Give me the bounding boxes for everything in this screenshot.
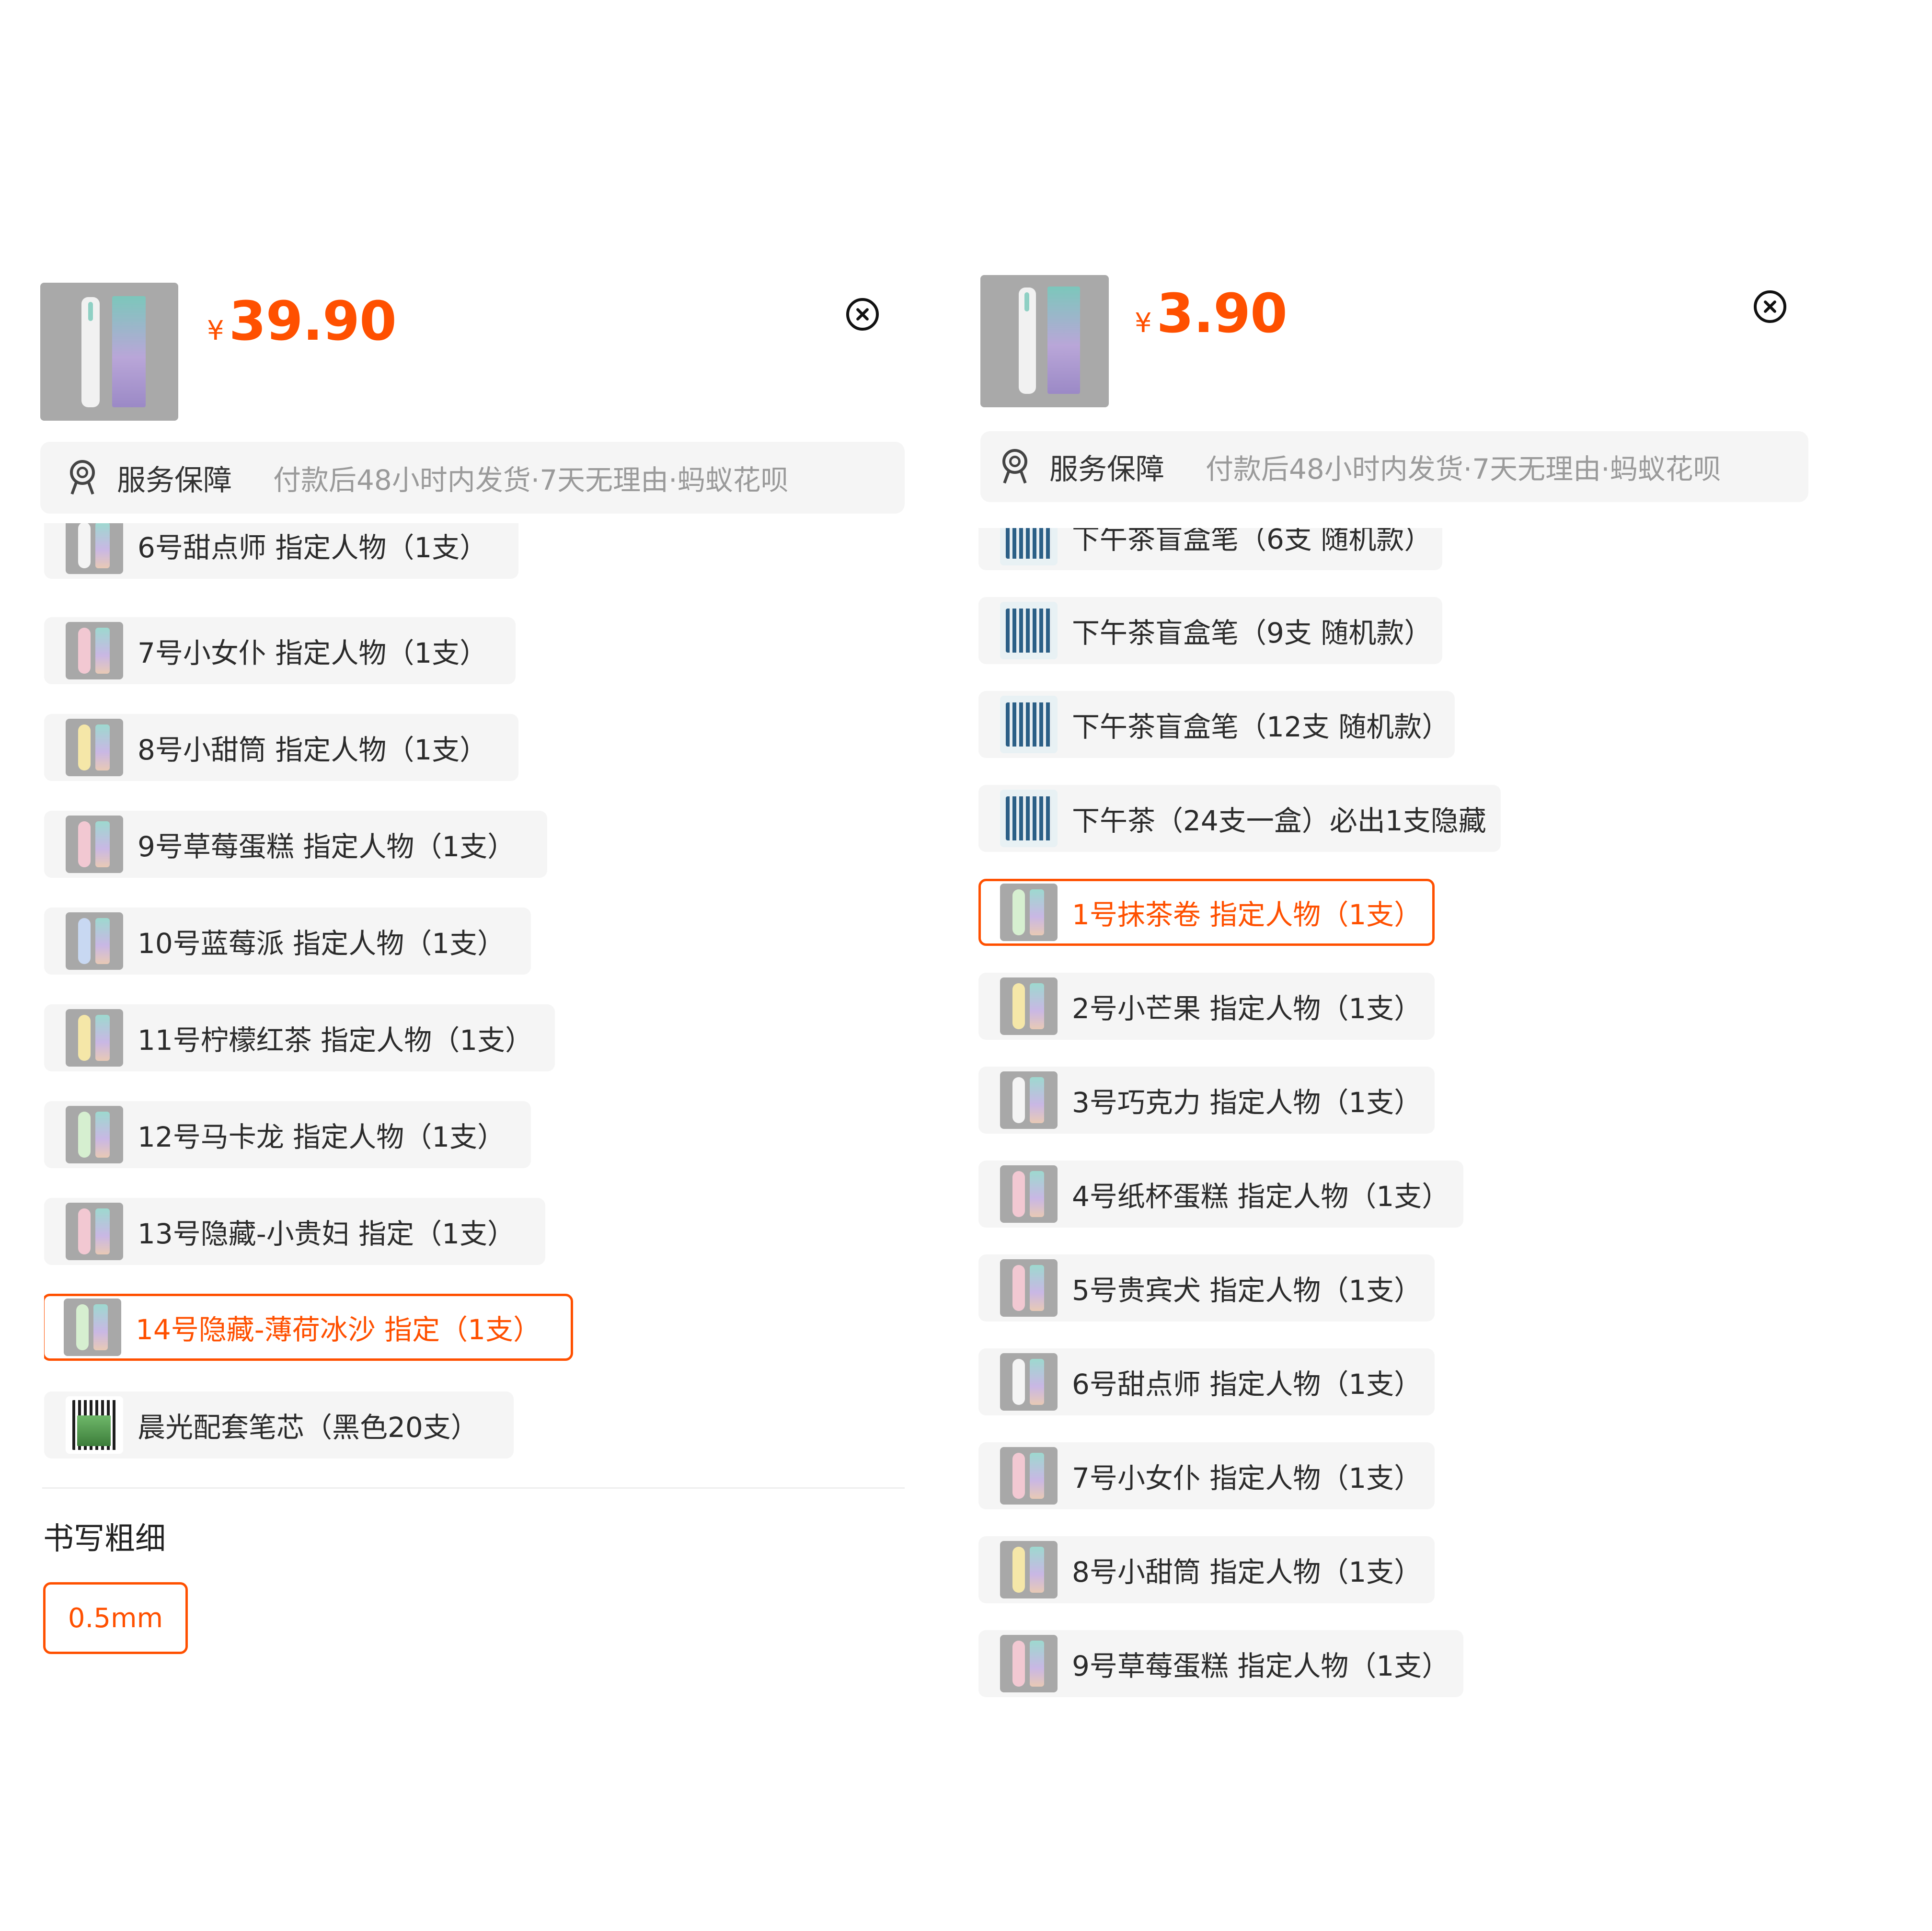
sku-selector-panel-right: ¥ 3.90 服务保障 付款后48小时内发货·7天无理由·蚂蚁花呗 下午茶盲盒笔… xyxy=(949,0,1932,1931)
currency-symbol: ¥ xyxy=(1135,308,1152,339)
sku-option-label: 9号草莓蛋糕 指定人物（1支） xyxy=(138,830,516,863)
product-thumbnail-icon xyxy=(66,1009,123,1067)
sku-option[interactable]: 11号柠檬红茶 指定人物（1支） xyxy=(44,1004,555,1071)
service-detail: 付款后48小时内发货·7天无理由·蚂蚁花呗 xyxy=(273,464,789,496)
product-thumbnail-icon xyxy=(1000,602,1058,659)
product-thumbnail-icon xyxy=(1000,1353,1058,1411)
sku-option[interactable]: 13号隐藏-小贵妇 指定（1支） xyxy=(44,1198,545,1265)
product-thumbnail-icon xyxy=(66,523,123,574)
product-thumbnail-icon xyxy=(1000,1165,1058,1223)
product-thumbnail-icon xyxy=(1000,528,1058,565)
product-thumbnail-icon xyxy=(66,622,123,679)
service-detail: 付款后48小时内发货·7天无理由·蚂蚁花呗 xyxy=(1206,453,1721,485)
service-guarantee-bar[interactable]: 服务保障 付款后48小时内发货·7天无理由·蚂蚁花呗 xyxy=(40,442,905,514)
product-thumbnail-icon xyxy=(66,912,123,970)
price-amount: 39.90 xyxy=(229,290,397,353)
close-icon[interactable] xyxy=(1754,290,1786,323)
sku-option-label: 下午茶盲盒笔（6支 随机款） xyxy=(1072,528,1432,555)
sku-option-label: 14号隐藏-薄荷冰沙 指定（1支） xyxy=(136,1313,541,1346)
product-thumbnail-icon xyxy=(66,816,123,873)
sku-option[interactable]: 下午茶盲盒笔（9支 随机款） xyxy=(978,597,1442,664)
sku-option-label: 下午茶（24支一盒）必出1支隐藏 xyxy=(1072,805,1486,837)
sku-option-label: 4号纸杯蛋糕 指定人物（1支） xyxy=(1072,1180,1450,1213)
sku-option[interactable]: 6号甜点师 指定人物（1支） xyxy=(44,523,518,579)
sku-option-selected[interactable]: 1号抹茶卷 指定人物（1支） xyxy=(978,879,1435,946)
product-thumbnail-icon xyxy=(66,719,123,776)
product-thumbnail[interactable] xyxy=(980,275,1109,407)
product-thumbnail[interactable] xyxy=(40,283,178,421)
sku-selector-panel-left: ¥ 39.90 服务保障 付款后48小时内发货·7天无理由·蚂蚁花呗 6号甜点师… xyxy=(0,0,949,1931)
sku-option[interactable]: 6号甜点师 指定人物（1支） xyxy=(978,1348,1435,1415)
sku-option-label: 12号马卡龙 指定人物（1支） xyxy=(138,1121,506,1153)
product-thumbnail-icon xyxy=(66,1203,123,1260)
spec-section-title: 书写粗细 xyxy=(43,1521,166,1557)
sku-option[interactable]: 9号草莓蛋糕 指定人物（1支） xyxy=(44,811,547,878)
product-thumbnail-icon xyxy=(1000,1541,1058,1598)
sku-option-list[interactable]: 6号甜点师 指定人物（1支） 7号小女仆 指定人物（1支） 8号小甜筒 指定人物… xyxy=(44,523,907,1467)
sku-option-label: 1号抹茶卷 指定人物（1支） xyxy=(1072,898,1422,931)
sku-option[interactable]: 3号巧克力 指定人物（1支） xyxy=(978,1067,1435,1134)
product-thumbnail-icon xyxy=(1000,1447,1058,1505)
product-thumbnail-icon xyxy=(66,1396,123,1454)
sku-option[interactable]: 4号纸杯蛋糕 指定人物（1支） xyxy=(978,1161,1463,1228)
sku-option-label: 2号小芒果 指定人物（1支） xyxy=(1072,992,1422,1025)
medal-icon xyxy=(1000,449,1030,484)
product-thumbnail-icon xyxy=(64,1299,121,1356)
product-thumbnail-icon xyxy=(1000,977,1058,1035)
sku-option-selected[interactable]: 14号隐藏-薄荷冰沙 指定（1支） xyxy=(44,1294,573,1361)
product-thumbnail-icon xyxy=(66,1106,123,1163)
sku-option-label: 6号甜点师 指定人物（1支） xyxy=(138,531,488,564)
sku-option[interactable]: 晨光配套笔芯（黑色20支） xyxy=(44,1391,514,1459)
sku-option[interactable]: 5号贵宾犬 指定人物（1支） xyxy=(978,1254,1435,1322)
sku-option[interactable]: 下午茶盲盒笔（12支 随机款） xyxy=(978,691,1455,758)
sku-option[interactable]: 8号小甜筒 指定人物（1支） xyxy=(44,714,518,781)
sku-option-label: 下午茶盲盒笔（9支 随机款） xyxy=(1072,617,1432,649)
sku-option[interactable]: 2号小芒果 指定人物（1支） xyxy=(978,973,1435,1040)
price-amount: 3.90 xyxy=(1156,283,1288,345)
sku-option-label: 9号草莓蛋糕 指定人物（1支） xyxy=(1072,1650,1450,1682)
divider xyxy=(42,1487,905,1489)
product-thumbnail-icon xyxy=(1000,696,1058,753)
medal-icon xyxy=(67,460,98,495)
sku-option-label: 下午茶盲盒笔（12支 随机款） xyxy=(1072,711,1450,743)
sku-option-label: 5号贵宾犬 指定人物（1支） xyxy=(1072,1274,1422,1307)
sku-option-label: 6号甜点师 指定人物（1支） xyxy=(1072,1368,1422,1401)
product-thumbnail-icon xyxy=(1000,884,1058,941)
product-thumbnail-icon xyxy=(1000,1071,1058,1129)
sku-option-label: 3号巧克力 指定人物（1支） xyxy=(1072,1086,1422,1119)
sku-option-list[interactable]: 下午茶盲盒笔（6支 随机款） 下午茶盲盒笔（9支 随机款） 下午茶盲盒笔（12支… xyxy=(978,528,1841,1697)
sku-option-label: 8号小甜筒 指定人物（1支） xyxy=(1072,1556,1422,1588)
service-label: 服务保障 xyxy=(117,463,232,497)
product-thumbnail-icon xyxy=(1000,1635,1058,1692)
currency-symbol: ¥ xyxy=(207,315,224,346)
service-label: 服务保障 xyxy=(1049,452,1164,486)
sku-option-label: 7号小女仆 指定人物（1支） xyxy=(138,637,488,669)
sku-option[interactable]: 12号马卡龙 指定人物（1支） xyxy=(44,1101,531,1168)
sku-option[interactable]: 下午茶（24支一盒）必出1支隐藏 xyxy=(978,785,1501,852)
sku-option[interactable]: 10号蓝莓派 指定人物（1支） xyxy=(44,908,531,975)
sku-option[interactable]: 7号小女仆 指定人物（1支） xyxy=(978,1442,1435,1509)
sku-option-label: 10号蓝莓派 指定人物（1支） xyxy=(138,927,506,960)
close-icon[interactable] xyxy=(846,298,879,331)
sku-option[interactable]: 8号小甜筒 指定人物（1支） xyxy=(978,1536,1435,1603)
sku-option-label: 11号柠檬红茶 指定人物（1支） xyxy=(138,1024,533,1057)
sku-option[interactable]: 9号草莓蛋糕 指定人物（1支） xyxy=(978,1630,1463,1697)
sku-option[interactable]: 7号小女仆 指定人物（1支） xyxy=(44,617,516,684)
product-thumbnail-icon xyxy=(1000,790,1058,847)
price: ¥ 3.90 xyxy=(1135,283,1288,345)
sku-option[interactable]: 下午茶盲盒笔（6支 随机款） xyxy=(978,528,1442,570)
sku-option-label: 13号隐藏-小贵妇 指定（1支） xyxy=(138,1218,516,1250)
service-guarantee-bar[interactable]: 服务保障 付款后48小时内发货·7天无理由·蚂蚁花呗 xyxy=(980,431,1808,502)
spec-option-chip[interactable]: 0.5mm xyxy=(43,1582,188,1654)
sku-option-label: 8号小甜筒 指定人物（1支） xyxy=(138,734,488,766)
sku-option-label: 晨光配套笔芯（黑色20支） xyxy=(138,1411,479,1444)
price: ¥ 39.90 xyxy=(207,290,397,353)
sku-option-label: 7号小女仆 指定人物（1支） xyxy=(1072,1462,1422,1494)
product-thumbnail-icon xyxy=(1000,1259,1058,1317)
